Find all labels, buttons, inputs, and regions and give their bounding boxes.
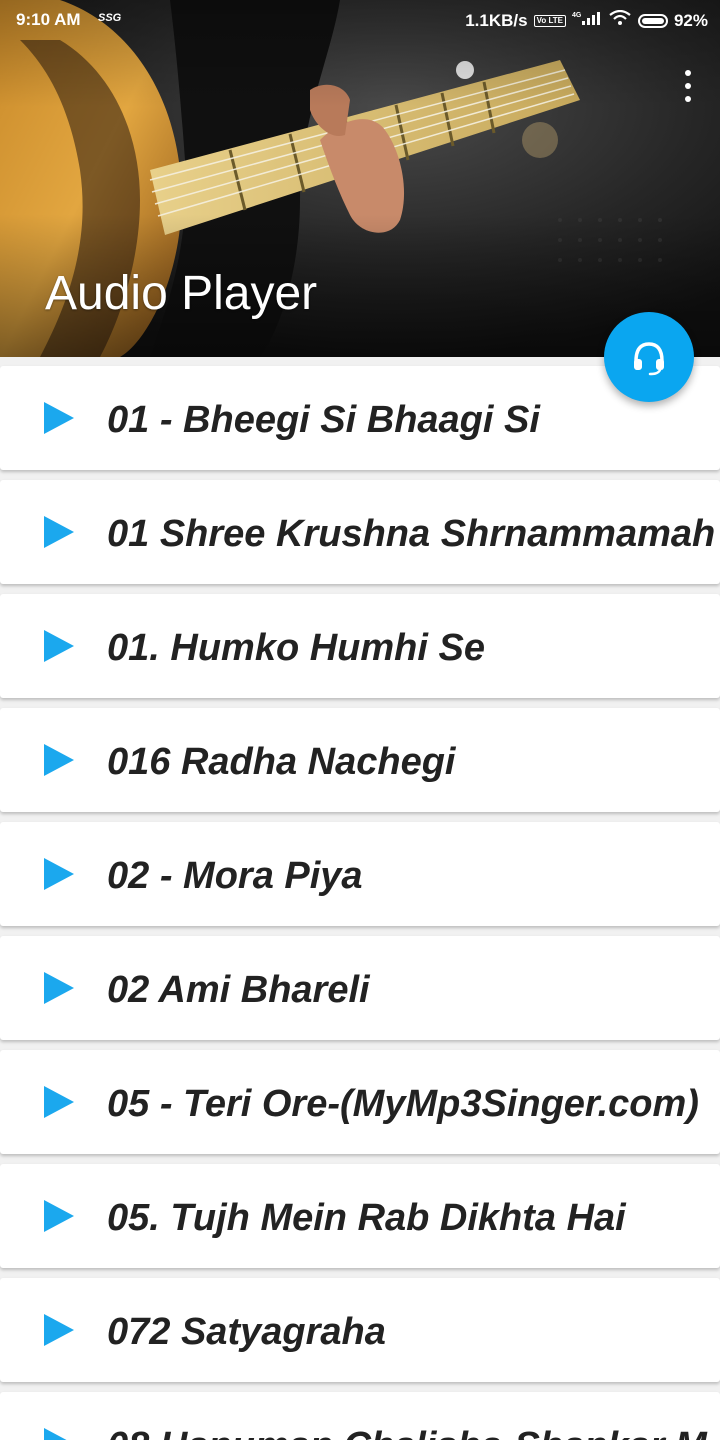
song-list-item[interactable]: 01. Humko Humhi Se bbox=[0, 594, 720, 698]
signal-icon: 4G bbox=[572, 10, 602, 31]
menu-dot bbox=[685, 96, 691, 102]
play-icon[interactable] bbox=[44, 516, 74, 548]
network-type: 4G bbox=[572, 12, 582, 19]
menu-dot bbox=[685, 83, 691, 89]
play-icon[interactable] bbox=[44, 744, 74, 776]
song-title: 01. Humko Humhi Se bbox=[107, 627, 485, 669]
song-list-item[interactable]: 05 - Teri Ore-(MyMp3Singer.com) bbox=[0, 1050, 720, 1154]
network-speed: 1.1KB/s bbox=[465, 10, 528, 30]
song-title: 072 Satyagraha bbox=[107, 1311, 386, 1353]
play-icon[interactable] bbox=[44, 1086, 74, 1118]
status-right-group: 1.1KB/s Vo LTE 4G 92% bbox=[465, 9, 708, 31]
play-icon[interactable] bbox=[44, 1314, 74, 1346]
app-root: 9:10 AM SSG 1.1KB/s Vo LTE 4G 92% Audio … bbox=[0, 0, 720, 1440]
header: 9:10 AM SSG 1.1KB/s Vo LTE 4G 92% Audio … bbox=[0, 0, 720, 357]
song-title: 05 - Teri Ore-(MyMp3Singer.com) bbox=[107, 1083, 699, 1125]
song-list-item[interactable]: 016 Radha Nachegi bbox=[0, 708, 720, 812]
headphones-icon bbox=[634, 342, 664, 376]
song-title: 01 Shree Krushna Shrnammamah bbox=[107, 513, 716, 555]
song-list-item[interactable]: 02 Ami Bhareli bbox=[0, 936, 720, 1040]
play-icon[interactable] bbox=[44, 1428, 74, 1440]
page-title: Audio Player bbox=[45, 267, 318, 320]
battery-level: 92% bbox=[673, 10, 708, 30]
song-title: 01 - Bheegi Si Bhaagi Si bbox=[107, 399, 540, 441]
wifi-icon bbox=[608, 9, 632, 31]
song-title: 02 - Mora Piya bbox=[107, 855, 363, 897]
headphones-fab-button[interactable] bbox=[604, 312, 694, 402]
play-icon[interactable] bbox=[44, 858, 74, 890]
song-list-item[interactable]: 05. Tujh Mein Rab Dikhta Hai bbox=[0, 1164, 720, 1268]
play-icon[interactable] bbox=[44, 1200, 74, 1232]
song-list-item[interactable]: 02 - Mora Piya bbox=[0, 822, 720, 926]
volte-badge: Vo LTE bbox=[533, 14, 566, 27]
play-icon[interactable] bbox=[44, 402, 74, 434]
play-icon[interactable] bbox=[44, 630, 74, 662]
song-title: 016 Radha Nachegi bbox=[107, 741, 456, 783]
battery-icon bbox=[637, 13, 668, 28]
overflow-menu-icon[interactable] bbox=[678, 70, 698, 102]
song-list-item[interactable]: 08 Hanuman Chalisha-Shankar M bbox=[0, 1392, 720, 1440]
song-list-item[interactable]: 072 Satyagraha bbox=[0, 1278, 720, 1382]
song-title: 05. Tujh Mein Rab Dikhta Hai bbox=[107, 1197, 626, 1239]
status-bar: 9:10 AM SSG 1.1KB/s Vo LTE 4G 92% bbox=[0, 0, 720, 40]
menu-dot bbox=[685, 70, 691, 76]
song-title: 02 Ami Bhareli bbox=[107, 969, 370, 1011]
status-time: 9:10 AM bbox=[16, 10, 81, 29]
song-list: 01 - Bheegi Si Bhaagi Si 01 Shree Krushna… bbox=[0, 366, 720, 1440]
play-icon[interactable] bbox=[44, 972, 74, 1004]
song-list-item[interactable]: 01 Shree Krushna Shrnammamah bbox=[0, 480, 720, 584]
status-carrier: SSG bbox=[98, 12, 122, 24]
song-title: 08 Hanuman Chalisha-Shankar M bbox=[107, 1425, 707, 1440]
